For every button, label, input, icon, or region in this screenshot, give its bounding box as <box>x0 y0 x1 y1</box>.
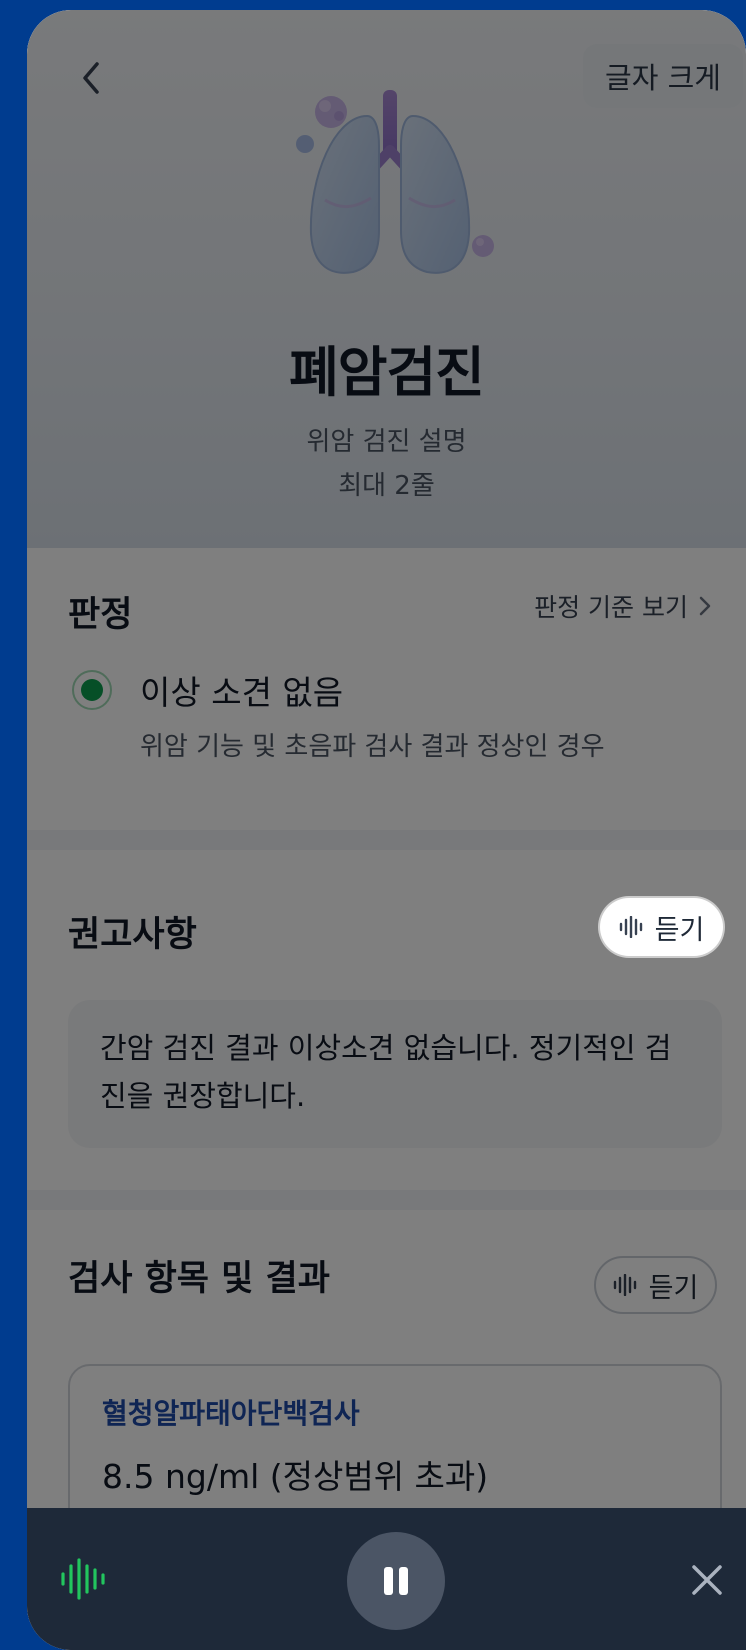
test-value: 8.5 ng/ml (정상범위 초과) <box>102 1457 489 1496</box>
chevron-right-icon <box>699 596 711 616</box>
font-size-button[interactable]: 글자 크게 <box>583 44 743 108</box>
lung-illustration <box>275 80 505 300</box>
recommendation-listen-button[interactable]: 듣기 <box>600 898 723 956</box>
back-button[interactable] <box>71 58 111 98</box>
audio-wave-icon <box>619 916 642 938</box>
section-divider <box>27 1190 746 1210</box>
tests-title: 검사 항목 및 결과 <box>68 1259 330 1299</box>
pause-button[interactable] <box>347 1532 445 1630</box>
description-line-2: 최대 2줄 <box>338 471 435 501</box>
recommendation-box: 간암 검진 결과 이상소견 없습니다. 정기적인 검진을 권장합니다. <box>68 1000 722 1148</box>
close-player-button[interactable] <box>687 1560 727 1600</box>
verdict-title: 판정 <box>68 595 133 635</box>
verdict-criteria-label: 판정 기준 보기 <box>534 593 688 622</box>
tests-listen-label: 듣기 <box>648 1272 699 1304</box>
close-icon <box>692 1565 722 1595</box>
verdict-criteria-link[interactable]: 판정 기준 보기 <box>534 588 712 624</box>
verdict-section: 판정 판정 기준 보기 이상 소견 없음 위암 기능 및 초음파 검사 결과 정… <box>27 548 746 830</box>
recommendation-title: 권고사항 <box>68 915 197 955</box>
description-line-1: 위암 검진 설명 <box>306 427 467 457</box>
verdict-result-label: 이상 소견 없음 <box>140 673 344 712</box>
test-name: 혈청알파태아단백검사 <box>102 1397 360 1430</box>
verdict-radio[interactable] <box>72 670 112 710</box>
verdict-result-description: 위암 기능 및 초음파 검사 결과 정상인 경우 <box>140 732 605 762</box>
phone-screen: 글자 크게 폐암검진 위암 검진 설명 최대 2줄 판정 판정 기준 보기 이상… <box>27 10 746 1650</box>
tests-listen-button[interactable]: 듣기 <box>594 1256 717 1314</box>
radio-selected-dot <box>81 679 103 701</box>
audio-wave-icon <box>613 1274 636 1296</box>
section-divider <box>27 830 746 850</box>
hero-header: 글자 크게 폐암검진 위암 검진 설명 최대 2줄 <box>27 10 746 548</box>
audio-player-bar <box>27 1508 746 1650</box>
page-description: 위암 검진 설명 최대 2줄 <box>27 420 746 508</box>
pause-icon <box>384 1567 408 1595</box>
audio-wave-icon <box>61 1558 105 1600</box>
chevron-left-icon <box>83 62 99 94</box>
recommendation-listen-label: 듣기 <box>654 914 705 946</box>
page-title: 폐암검진 <box>289 341 485 404</box>
